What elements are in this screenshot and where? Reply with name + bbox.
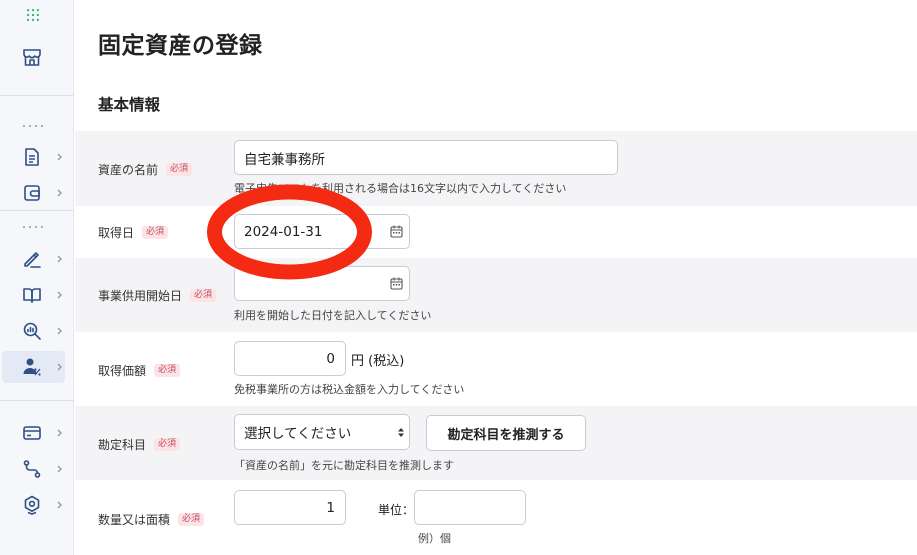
more-dots-icon	[23, 125, 43, 127]
required-badge: 必須	[190, 289, 217, 302]
required-badge: 必須	[154, 364, 181, 377]
asset-name-label-text: 資産の名前	[98, 163, 159, 177]
required-badge: 必須	[154, 438, 181, 451]
calendar-icon[interactable]	[390, 277, 403, 290]
account-selected-value: 選択してください	[244, 426, 352, 442]
sidebar-item-user-percent[interactable]	[2, 351, 65, 383]
chevron-right-icon	[57, 291, 62, 299]
unit-help: 例）個	[418, 532, 451, 545]
more-dots-icon	[23, 226, 43, 228]
sidebar-item-signature[interactable]	[0, 243, 74, 275]
required-badge: 必須	[142, 226, 169, 239]
account-help: 「資産の名前」を元に勘定科目を推測します	[234, 459, 454, 472]
sidebar-divider	[0, 95, 74, 96]
sidebar-divider	[0, 400, 74, 401]
asset-name-label: 資産の名前 必須	[98, 161, 193, 178]
chevron-right-icon	[57, 255, 62, 263]
document-icon	[25, 148, 39, 166]
service-start-label-text: 事業供用開始日	[98, 289, 183, 303]
sidebar-item-flow[interactable]	[0, 453, 74, 485]
chevron-right-icon	[57, 465, 62, 473]
wallet-icon	[24, 185, 40, 201]
asset-name-input[interactable]: 自宅兼事務所	[234, 140, 618, 175]
page-title: 固定資産の登録	[98, 33, 263, 59]
quantity-value: 1	[326, 499, 335, 516]
unit-label: 単位：	[378, 503, 415, 517]
acquisition-price-help: 免税事業所の方は税込金額を入力してください	[234, 383, 465, 396]
form-row-acquisition-price: 取得価額 必須 0 円 (税込) 免税事業所の方は税込金額を入力してください	[75, 332, 917, 406]
sidebar-divider	[0, 210, 74, 211]
required-badge: 必須	[166, 163, 193, 176]
sidebar-item-apps[interactable]	[0, 2, 74, 34]
sidebar-item-card[interactable]	[0, 417, 74, 449]
sidebar-item-analysis[interactable]	[0, 315, 74, 347]
quantity-label-text: 数量又は面積	[98, 513, 171, 527]
acquisition-price-input[interactable]: 0	[234, 341, 346, 376]
chevron-right-icon	[57, 501, 62, 509]
form-row-asset-name: 資産の名前 必須 自宅兼事務所 電子申告ソフトを利用される場合は16文字以内で入…	[75, 131, 917, 206]
chevron-right-icon	[57, 189, 62, 197]
service-start-help: 利用を開始した日付を記入してください	[234, 309, 432, 322]
acquisition-date-input[interactable]: 2024-01-31	[234, 214, 410, 249]
store-icon	[23, 49, 41, 66]
acquisition-price-label: 取得価額 必須	[98, 362, 181, 379]
required-badge: 必須	[178, 513, 205, 526]
chevron-right-icon	[57, 153, 62, 161]
sidebar-item-ledger[interactable]	[0, 279, 74, 311]
form-row-acquisition-date: 取得日 必須 2024-01-31	[75, 206, 917, 258]
chart-search-icon	[23, 322, 41, 340]
quantity-input[interactable]: 1	[234, 490, 346, 525]
account-label: 勘定科目 必須	[98, 436, 181, 453]
sidebar-item-store[interactable]	[0, 41, 74, 73]
acquisition-date-label-text: 取得日	[98, 226, 135, 240]
apps-grid-icon	[26, 8, 40, 22]
service-start-date-input[interactable]	[234, 266, 410, 301]
form-row-account: 勘定科目 必須 選択してください 勘定科目を推測する 「資産の名前」を元に勘定科…	[75, 406, 917, 480]
chevron-right-icon	[57, 363, 62, 371]
acquisition-date-label: 取得日 必須	[98, 224, 169, 241]
sidebar-item-settings[interactable]	[0, 489, 74, 521]
pen-signature-icon	[24, 252, 41, 268]
book-icon	[23, 288, 41, 303]
acquisition-price-unit: 円 (税込)	[351, 354, 405, 369]
form-row-quantity: 数量又は面積 必須 1 単位： 例）個	[75, 480, 917, 555]
acquisition-date-value: 2024-01-31	[244, 223, 323, 240]
user-percent-icon	[23, 358, 41, 376]
settings-hex-icon	[24, 495, 40, 515]
unit-input[interactable]	[414, 490, 526, 525]
sidebar-item-documents[interactable]	[0, 141, 74, 173]
route-icon	[23, 460, 41, 478]
quantity-label: 数量又は面積 必須	[98, 511, 205, 528]
sidebar	[0, 0, 74, 555]
calendar-icon[interactable]	[390, 225, 403, 238]
account-label-text: 勘定科目	[98, 438, 147, 452]
account-select[interactable]: 選択してください	[234, 414, 410, 450]
sidebar-item-wallet[interactable]	[0, 177, 74, 209]
asset-name-value: 自宅兼事務所	[244, 151, 325, 168]
service-start-label: 事業供用開始日 必須	[98, 287, 217, 304]
acquisition-price-label-text: 取得価額	[98, 364, 147, 378]
chevron-right-icon	[57, 327, 62, 335]
form-row-service-start: 事業供用開始日 必須 利用を開始した日付を記入してください	[75, 258, 917, 332]
asset-name-help: 電子申告ソフトを利用される場合は16文字以内で入力してください	[234, 182, 567, 195]
section-title: 基本情報	[98, 96, 161, 114]
credit-card-icon	[23, 426, 41, 440]
select-arrows-icon	[398, 428, 404, 437]
chevron-right-icon	[57, 429, 62, 437]
acquisition-price-value: 0	[326, 350, 335, 367]
guess-account-button[interactable]: 勘定科目を推測する	[426, 415, 586, 451]
